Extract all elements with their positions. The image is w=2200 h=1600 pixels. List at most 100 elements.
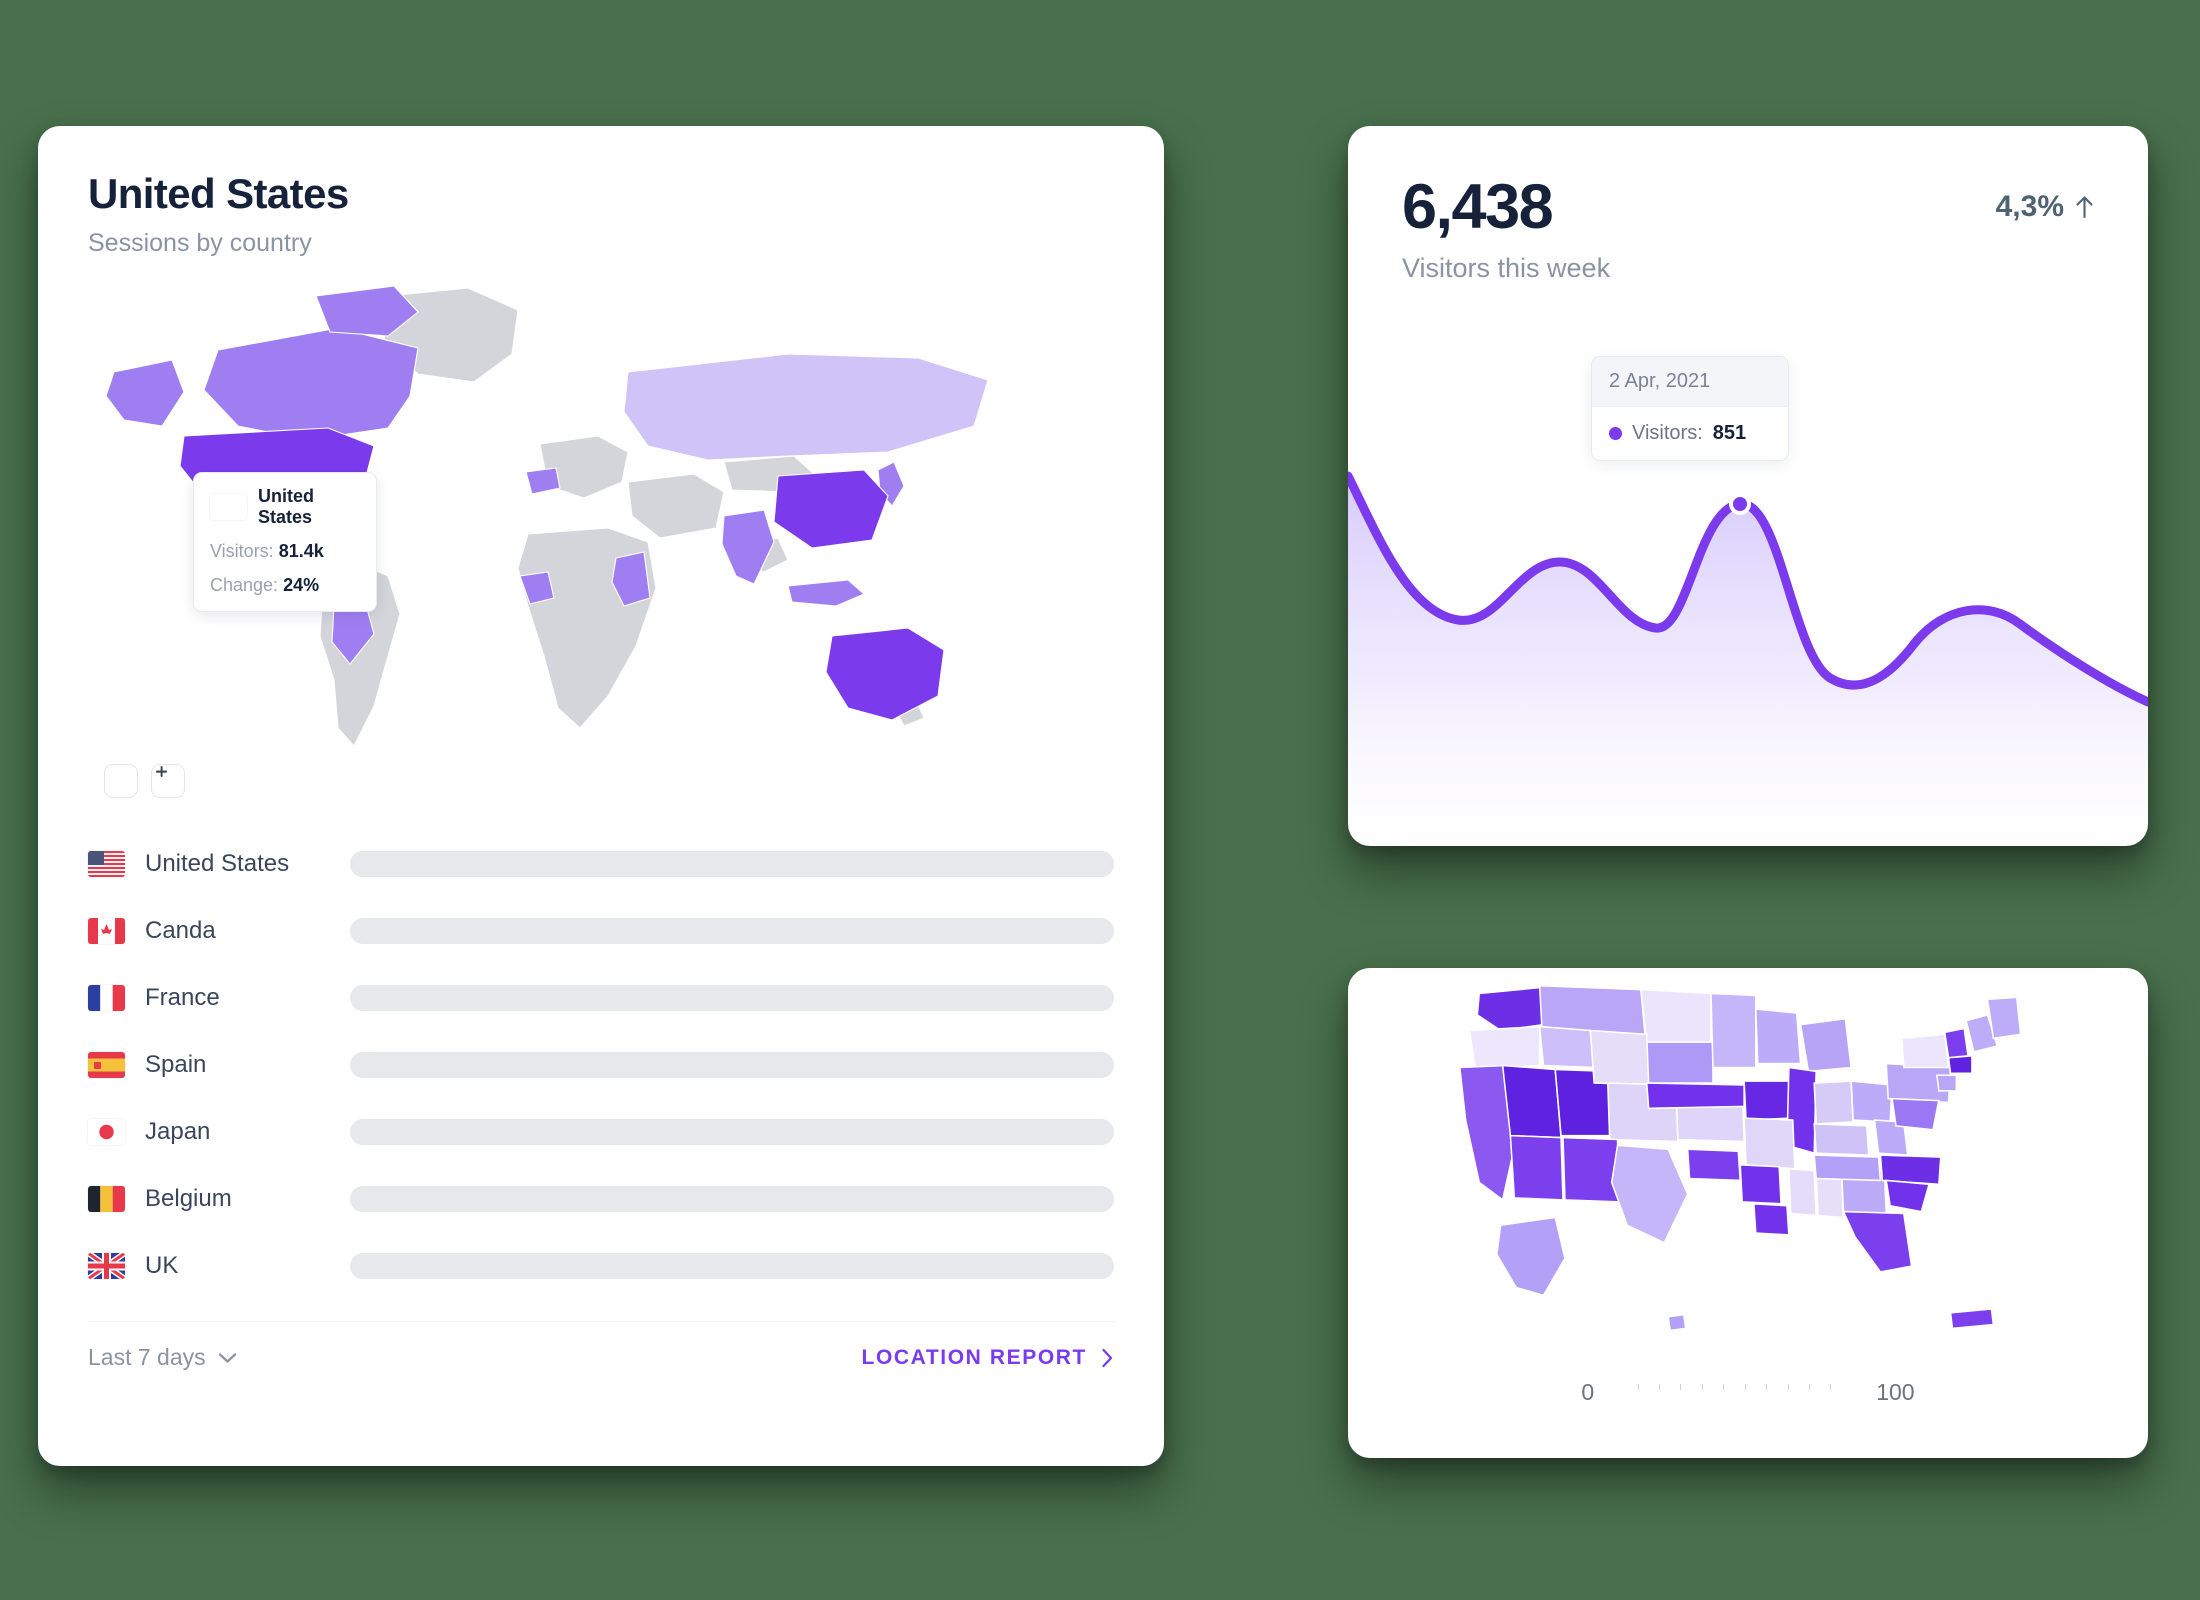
stat-primary: 6,438 Visitors this week [1402, 176, 1610, 284]
country-name: UK [145, 1251, 179, 1279]
country-row[interactable]: UK [88, 1232, 1114, 1299]
country-bar-track [350, 1252, 1114, 1279]
state-sc [1885, 1179, 1931, 1213]
state-va [1891, 1097, 1940, 1131]
state-id [1538, 1025, 1596, 1069]
ca-flag-icon [88, 917, 125, 944]
visitors-value: 6,438 [1402, 172, 1554, 242]
country-row[interactable]: Canda [88, 897, 1114, 964]
state-ny [1901, 1033, 1950, 1069]
state-me [1986, 996, 2022, 1040]
map-tooltip-visitors: Visitors: 81.4k [210, 541, 360, 562]
legend-min-label: 0 [1581, 1379, 1595, 1405]
chart-point[interactable] [1733, 497, 1747, 511]
us-states-map-card: 0 100 [1348, 968, 2148, 1458]
state-ar [1739, 1164, 1782, 1205]
chart-tooltip-date: 2 Apr, 2021 [1592, 357, 1788, 407]
state-ky [1813, 1123, 1870, 1156]
state-mo [1743, 1117, 1796, 1170]
location-report-link[interactable]: LOCATION REPORT [862, 1346, 1114, 1370]
us-flag-icon [88, 850, 125, 877]
country-row[interactable]: France [88, 964, 1114, 1031]
visitors-area-chart[interactable] [1348, 416, 2148, 846]
chevron-down-icon [218, 1352, 236, 1363]
arrow-up-icon [2076, 196, 2093, 219]
country-row[interactable]: Belgium [88, 1165, 1114, 1232]
state-ma [1947, 1054, 1973, 1075]
state-vt [1943, 1027, 1969, 1059]
state-nj [1936, 1074, 1958, 1092]
state-nv [1501, 1064, 1562, 1139]
stat-header: 6,438 Visitors this week 4,3% [1348, 126, 2148, 284]
state-oh [1850, 1080, 1893, 1123]
country-bar-track [350, 1118, 1114, 1145]
state-tx [1610, 1144, 1689, 1244]
state-wa [1476, 986, 1545, 1032]
map-tooltip-visitors-label: Visitors: [210, 541, 274, 562]
delta-value: 4,3% [1995, 190, 2064, 223]
be-flag-icon [88, 1185, 125, 1212]
visitors-label: Visitors this week [1402, 253, 1611, 283]
world-map[interactable]: United States Visitors: 81.4k Change: 24… [38, 276, 1164, 806]
us-map-svg[interactable] [1348, 974, 2148, 1344]
state-wy [1589, 1029, 1650, 1086]
sessions-by-country-card: United States Sessions by country United… [38, 126, 1164, 1466]
country-bar-track [350, 917, 1114, 944]
gb-flag-icon [88, 1252, 125, 1279]
state-or [1468, 1025, 1541, 1071]
state-tn [1813, 1154, 1882, 1182]
country-name: Belgium [145, 1184, 232, 1212]
map-card-footer: Last 7 days LOCATION REPORT [38, 1322, 1164, 1371]
country-bar-track [350, 1185, 1114, 1212]
state-in [1813, 1080, 1854, 1125]
chevron-right-icon [1102, 1348, 1113, 1367]
state-hi [1667, 1313, 1687, 1332]
state-ms [1788, 1167, 1817, 1217]
country-name: Canda [145, 916, 216, 944]
map-tooltip-country: United States [258, 486, 314, 528]
page-title: United States [88, 170, 349, 217]
delta-indicator: 4,3% [1996, 190, 2094, 224]
country-name: Japan [145, 1117, 211, 1145]
zoom-in-button[interactable] [151, 764, 185, 799]
series-dot-icon [1609, 427, 1622, 440]
chart-tooltip: 2 Apr, 2021 Visitors: 851 [1591, 356, 1789, 461]
state-nd [1640, 988, 1712, 1043]
map-tooltip-header: United States [210, 486, 360, 528]
country-bar-track [350, 984, 1114, 1011]
page-subtitle: Sessions by country [88, 229, 312, 258]
state-mi [1799, 1017, 1853, 1073]
jp-flag-icon [88, 1118, 125, 1145]
map-tooltip-visitors-value: 81.4k [278, 541, 324, 562]
date-range-selector[interactable]: Last 7 days [88, 1344, 237, 1371]
map-tooltip-change-value: 24% [283, 575, 320, 596]
us-map-legend: 0 100 [1348, 1379, 2148, 1406]
map-zoom-controls [104, 764, 185, 799]
es-flag-icon [88, 1051, 125, 1078]
legend-ticks [1616, 1383, 1854, 1391]
state-wi [1754, 1008, 1802, 1065]
map-tooltip-change: Change: 24% [210, 575, 360, 596]
country-name: France [145, 983, 220, 1011]
country-row[interactable]: Japan [88, 1098, 1114, 1165]
us-flag-icon [210, 494, 247, 520]
state-nm [1562, 1136, 1621, 1203]
country-row[interactable]: Spain [88, 1031, 1114, 1098]
country-row[interactable]: United States [88, 830, 1114, 897]
fr-flag-icon [88, 984, 125, 1011]
state-ne [1645, 1082, 1745, 1110]
state-fl [1842, 1210, 1913, 1273]
chart-marker-layer [1729, 493, 1751, 515]
country-list: United States Canda France Spain Japan Belgiu… [38, 806, 1164, 1299]
visitors-stat-card: 6,438 Visitors this week 4,3% 2 Apr, 202… [1348, 126, 2148, 846]
country-bar-track [350, 850, 1114, 877]
country-bar-track [350, 1051, 1114, 1078]
zoom-out-button[interactable] [104, 764, 167, 799]
us-map[interactable] [1348, 974, 2148, 1344]
state-ok [1686, 1148, 1742, 1182]
map-tooltip: United States Visitors: 81.4k Change: 24… [193, 472, 377, 613]
state-mn [1710, 992, 1757, 1069]
chart-tooltip-series-label: Visitors: [1632, 422, 1703, 444]
state-ia [1743, 1080, 1792, 1121]
date-range-label: Last 7 days [88, 1344, 206, 1371]
